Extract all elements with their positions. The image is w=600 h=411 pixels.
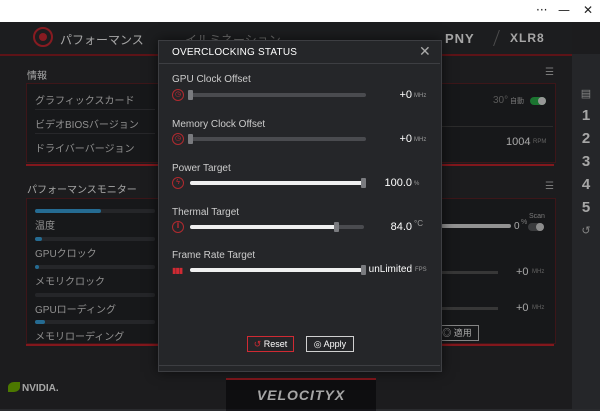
menu-icon[interactable]: ··· xyxy=(536,3,547,17)
gpu-clock-offset-unit: MHz xyxy=(414,93,427,99)
thermal-target-label: Thermal Target xyxy=(172,207,240,218)
close-window-icon[interactable]: ✕ xyxy=(583,3,593,17)
frame-rate-icon: ▮▮▮ xyxy=(172,266,183,275)
dialog-title: OVERCLOCKING STATUS xyxy=(172,47,298,58)
thermal-target-value: 84.0 xyxy=(390,221,412,233)
apply-check-icon: ◎ xyxy=(313,339,322,349)
memory-clock-icon: ◷ xyxy=(172,133,184,145)
gpu-clock-offset-value: +0 xyxy=(399,89,412,101)
dialog-divider xyxy=(159,63,440,64)
power-target-value: 100.0 xyxy=(384,177,412,189)
memory-clock-offset-slider[interactable] xyxy=(190,137,366,141)
clock-icon: ◷ xyxy=(172,89,184,101)
reset-icon: ↺ xyxy=(253,339,262,349)
memory-clock-offset-value: +0 xyxy=(399,133,412,145)
power-target-label: Power Target xyxy=(172,163,231,174)
frame-rate-target-slider[interactable] xyxy=(190,268,362,272)
thermal-target-unit: °C xyxy=(414,219,423,228)
thermal-target-fill xyxy=(190,225,338,229)
memory-clock-offset-label: Memory Clock Offset xyxy=(172,119,266,130)
power-target-unit: % xyxy=(414,181,420,187)
power-target-thumb[interactable] xyxy=(361,178,366,188)
frame-rate-target-value: unLimited xyxy=(368,264,412,275)
minimize-icon[interactable]: — xyxy=(558,3,570,17)
apply-button[interactable]: ◎ Apply xyxy=(306,336,354,352)
thermometer-icon: ǁ xyxy=(172,221,184,233)
window-titlebar: ··· — ✕ xyxy=(0,0,600,22)
dialog-close-icon[interactable]: ✕ xyxy=(419,43,431,60)
thermal-target-thumb[interactable] xyxy=(334,222,339,232)
memory-clock-offset-thumb[interactable] xyxy=(188,134,193,144)
power-target-fill xyxy=(190,181,364,185)
gpu-clock-offset-slider[interactable] xyxy=(190,93,366,97)
lightning-icon: ϟ xyxy=(172,177,184,189)
gpu-clock-offset-label: GPU Clock Offset xyxy=(172,74,251,85)
gpu-clock-offset-thumb[interactable] xyxy=(188,90,193,100)
dialog-bottom-divider xyxy=(159,365,440,366)
frame-rate-target-label: Frame Rate Target xyxy=(172,250,256,261)
frame-rate-target-unit: FPS xyxy=(415,267,427,273)
apply-label: Apply xyxy=(323,339,347,349)
reset-label: Reset xyxy=(263,339,288,349)
power-target-slider[interactable] xyxy=(190,181,364,185)
frame-rate-target-fill xyxy=(190,268,362,272)
memory-clock-offset-unit: MHz xyxy=(414,137,427,143)
reset-button[interactable]: ↺ Reset xyxy=(247,336,294,352)
